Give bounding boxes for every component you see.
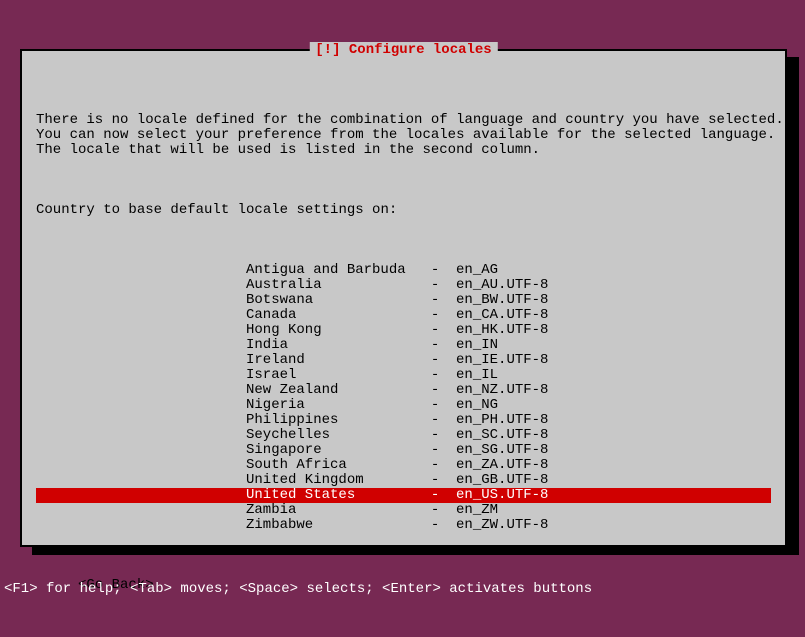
locale-row[interactable]: Seychelles - en_SC.UTF-8: [36, 428, 771, 443]
locale-row[interactable]: Antigua and Barbuda - en_AG: [36, 263, 771, 278]
locale-row[interactable]: Botswana - en_BW.UTF-8: [36, 293, 771, 308]
locale-row[interactable]: Ireland - en_IE.UTF-8: [36, 353, 771, 368]
description-line-3: The locale that will be used is listed i…: [36, 142, 540, 158]
locale-row[interactable]: Zambia - en_ZM: [36, 503, 771, 518]
locale-list: Antigua and Barbuda - en_AG Australia - …: [36, 263, 771, 533]
dialog-description: There is no locale defined for the combi…: [36, 113, 771, 158]
locale-row[interactable]: Canada - en_CA.UTF-8: [36, 308, 771, 323]
locale-row[interactable]: Nigeria - en_NG: [36, 398, 771, 413]
dialog-title: [!] Configure locales: [309, 42, 497, 58]
configure-locales-dialog: [!] Configure locales There is no locale…: [20, 49, 787, 547]
locale-row[interactable]: Australia - en_AU.UTF-8: [36, 278, 771, 293]
locale-row[interactable]: Philippines - en_PH.UTF-8: [36, 413, 771, 428]
locale-row[interactable]: India - en_IN: [36, 338, 771, 353]
locale-row[interactable]: Israel - en_IL: [36, 368, 771, 383]
locale-row[interactable]: South Africa - en_ZA.UTF-8: [36, 458, 771, 473]
locale-row[interactable]: Hong Kong - en_HK.UTF-8: [36, 323, 771, 338]
locale-row[interactable]: Singapore - en_SG.UTF-8: [36, 443, 771, 458]
description-line-2: You can now select your preference from …: [36, 127, 775, 143]
dialog-prompt: Country to base default locale settings …: [36, 203, 771, 218]
locale-row[interactable]: New Zealand - en_NZ.UTF-8: [36, 383, 771, 398]
locale-row[interactable]: United Kingdom - en_GB.UTF-8: [36, 473, 771, 488]
description-line-1: There is no locale defined for the combi…: [36, 112, 784, 128]
status-bar: <F1> for help; <Tab> moves; <Space> sele…: [4, 581, 592, 597]
locale-row[interactable]: United States - en_US.UTF-8: [36, 488, 771, 503]
dialog-content: There is no locale defined for the combi…: [22, 51, 785, 637]
locale-row[interactable]: Zimbabwe - en_ZW.UTF-8: [36, 518, 771, 533]
